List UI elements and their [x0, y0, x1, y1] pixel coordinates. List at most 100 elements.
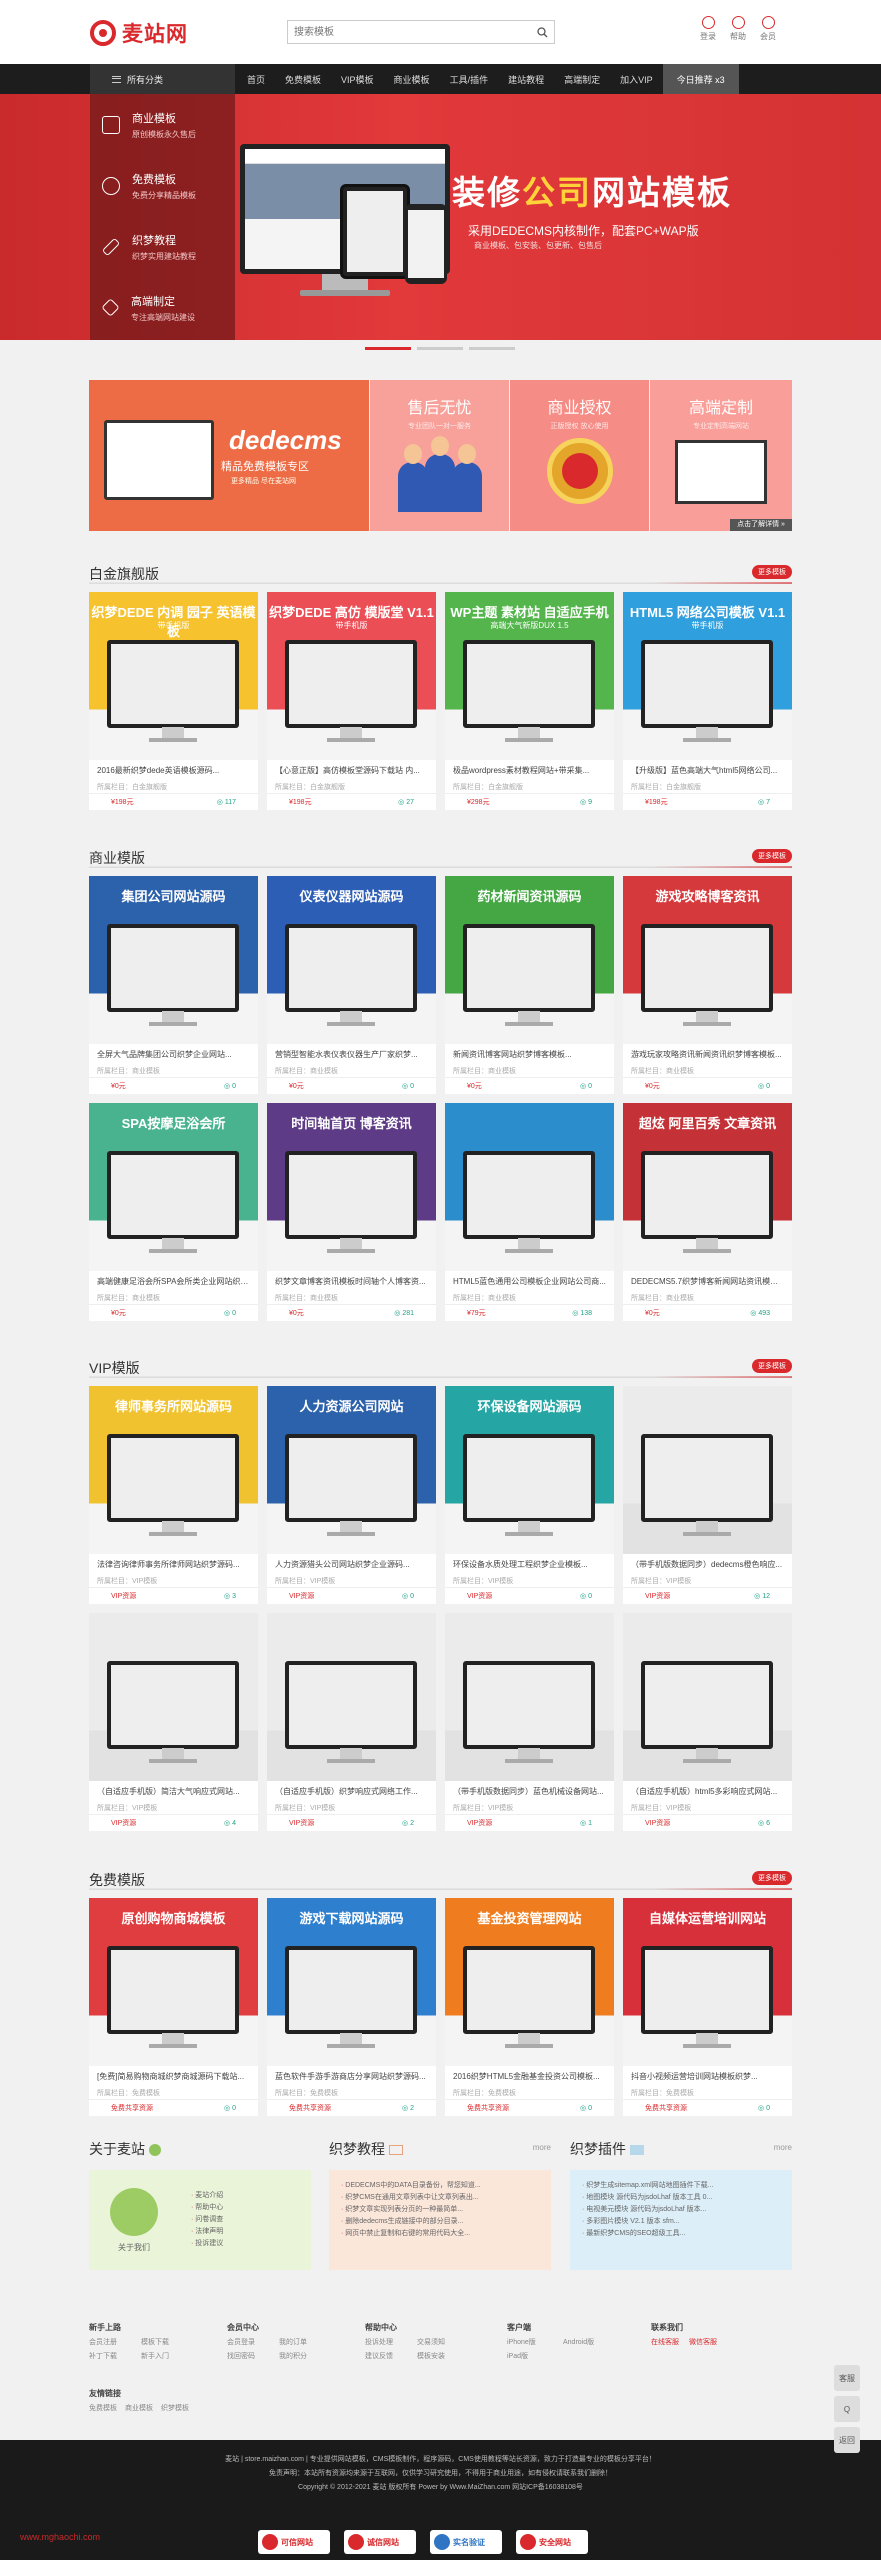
template-name[interactable]: 法律咨询律师事务所律师网站织梦源码...: [89, 1554, 258, 1570]
template-card[interactable]: 自媒体运营培训网站 抖音小视频运营培训网站模板织梦... 所属栏目：免费模板 免费共享…: [623, 1898, 792, 2116]
template-name[interactable]: 游戏玩家攻略资讯新闻资讯织梦博客模板...: [623, 1044, 792, 1060]
nav-item[interactable]: 首页: [237, 64, 275, 94]
pager-dot[interactable]: [365, 347, 411, 350]
template-name[interactable]: 人力资源猎头公司网站织梦企业源码...: [267, 1554, 436, 1570]
friend-link[interactable]: 免费模板: [89, 2403, 117, 2413]
template-card[interactable]: SPA按摩足浴会所 高端健康足浴会所SPA会所类企业网站织梦... 所属栏目：商业模…: [89, 1103, 258, 1321]
search-button[interactable]: [530, 21, 554, 43]
template-card[interactable]: （自适应手机版）简洁大气响应式网站... 所属栏目：VIP模板 VIP资源 ◎ 4: [89, 1613, 258, 1831]
plugin-item[interactable]: 电视美元模块 源代码为jsdoLhaf 版本...: [582, 2204, 782, 2216]
tutorial-item[interactable]: 织梦文章实现列表分页的一种最简单...: [341, 2204, 541, 2216]
tutorial-more[interactable]: more: [533, 2143, 551, 2152]
footer-link[interactable]: iPhone版: [507, 2337, 563, 2347]
footer-link[interactable]: iPad版: [507, 2351, 563, 2361]
template-card[interactable]: 织梦DEDE 内调 园子 英语模板 带手机版 2016最新织梦dede英语模板源码.…: [89, 592, 258, 810]
template-name[interactable]: 2016最新织梦dede英语模板源码...: [89, 760, 258, 776]
tutorial-item[interactable]: 删除dedecms生成链接中的部分目录...: [341, 2216, 541, 2228]
site-logo[interactable]: 麦站网: [90, 18, 188, 48]
template-name[interactable]: 蓝色软件手游手游商店分享网站织梦源码...: [267, 2066, 436, 2082]
template-name[interactable]: 2016织梦HTML5金融基金投资公司模板...: [445, 2066, 614, 2082]
template-thumbnail[interactable]: 基金投资管理网站: [445, 1898, 614, 2066]
template-card[interactable]: WP主题 素材站 自适应手机 高端大气新版DUX 1.5 极品wordpress素材…: [445, 592, 614, 810]
footer-link[interactable]: 交易须知: [417, 2337, 469, 2347]
all-categories-button[interactable]: 所有分类: [90, 64, 235, 94]
nav-item[interactable]: 建站教程: [498, 64, 554, 94]
template-card[interactable]: 原创购物商城模板 [免费]简易购物商城织梦商城源码下载站... 所属栏目：免费模板免…: [89, 1898, 258, 2116]
template-thumbnail[interactable]: 环保设备网站源码: [445, 1386, 614, 1554]
plugin-item[interactable]: 最新织梦CMS的SEO超级工具...: [582, 2228, 782, 2240]
template-thumbnail[interactable]: 律师事务所网站源码: [89, 1386, 258, 1554]
template-name[interactable]: 新闻资讯博客网站织梦博客模板...: [445, 1044, 614, 1060]
hero-banner[interactable]: 装修公司网站模板 采用DEDECMS内核制作，配套PC+WAP版 商业模板、包安…: [0, 94, 881, 340]
plugin-more[interactable]: more: [774, 2143, 792, 2152]
template-card[interactable]: 织梦DEDE 高仿 模版堂 V1.1 带手机版 【心意正版】高仿模板堂源码下载站 内…: [267, 592, 436, 810]
template-card[interactable]: 游戏下载网站源码 蓝色软件手游手游商店分享网站织梦源码... 所属栏目：免费模板 免费…: [267, 1898, 436, 2116]
nav-item[interactable]: 工具/插件: [440, 64, 499, 94]
footer-link[interactable]: 找回密码: [227, 2351, 279, 2361]
template-card[interactable]: 基金投资管理网站 2016织梦HTML5金融基金投资公司模板... 所属栏目：免费模…: [445, 1898, 614, 2116]
template-thumbnail[interactable]: 织梦DEDE 高仿 模版堂 V1.1 带手机版: [267, 592, 436, 760]
nav-item[interactable]: VIP模板: [331, 64, 384, 94]
template-thumbnail[interactable]: [267, 1613, 436, 1781]
dedecms-promo[interactable]: dedecms 精品免费模板专区 更多精品 尽在麦站网: [89, 380, 369, 531]
footer-link[interactable]: 会员注册: [89, 2337, 141, 2347]
plugin-item[interactable]: 多彩图片模块 V2.1 版本 sfm...: [582, 2216, 782, 2228]
promo-service[interactable]: 售后无忧 专业团队一对一服务: [370, 380, 509, 531]
template-card[interactable]: 律师事务所网站源码 法律咨询律师事务所律师网站织梦源码... 所属栏目：VIP模板 V…: [89, 1386, 258, 1604]
template-name[interactable]: 全屏大气品牌集团公司织梦企业网站...: [89, 1044, 258, 1060]
nav-item[interactable]: 高端制定: [554, 64, 610, 94]
template-name[interactable]: （自适应手机版）简洁大气响应式网站...: [89, 1781, 258, 1797]
help-link[interactable]: 帮助: [730, 16, 746, 42]
about-item[interactable]: 法律声明: [191, 2226, 223, 2238]
pager-dot[interactable]: [417, 347, 463, 350]
category-item[interactable]: 免费模板 免费分享精品模板: [90, 155, 235, 216]
template-card[interactable]: 游戏攻略博客资讯 游戏玩家攻略资讯新闻资讯织梦博客模板... 所属栏目：商业模板 ¥0…: [623, 876, 792, 1094]
template-name[interactable]: （自适应手机版）html5多彩响应式网站...: [623, 1781, 792, 1797]
template-name[interactable]: （带手机版数据同步）dedecms橙色响应...: [623, 1554, 792, 1570]
template-name[interactable]: 高端健康足浴会所SPA会所类企业网站织梦...: [89, 1271, 258, 1287]
template-name[interactable]: 抖音小视频运营培训网站模板织梦...: [623, 2066, 792, 2082]
template-thumbnail[interactable]: WP主题 素材站 自适应手机 高端大气新版DUX 1.5: [445, 592, 614, 760]
template-card[interactable]: （带手机版数据同步）蓝色机械设备网站... 所属栏目：VIP模板 VIP资源 ◎ 1: [445, 1613, 614, 1831]
category-item[interactable]: 织梦教程 织梦实用建站教程: [90, 216, 235, 277]
friend-link[interactable]: 织梦模板: [161, 2403, 189, 2413]
footer-link[interactable]: 模板安装: [417, 2351, 469, 2361]
vip-link[interactable]: 会员: [760, 16, 776, 42]
template-name[interactable]: 织梦文章博客资讯模板时间轴个人博客资...: [267, 1271, 436, 1287]
trust-badge[interactable]: 诚信网站: [344, 2530, 416, 2554]
plugin-item[interactable]: 地图模块 源代码为jsdoLhaf 版本工具 0...: [582, 2192, 782, 2204]
login-link[interactable]: 登录: [700, 16, 716, 42]
template-name[interactable]: 营销型智能水表仪表仪器生产厂家织梦...: [267, 1044, 436, 1060]
template-name[interactable]: 【心意正版】高仿模板堂源码下载站 内...: [267, 760, 436, 776]
more-templates-button[interactable]: 更多模板: [752, 1359, 792, 1373]
template-name[interactable]: （带手机版数据同步）蓝色机械设备网站...: [445, 1781, 614, 1797]
tutorial-item[interactable]: DEDECMS中的DATA目录备份，帮您知道...: [341, 2180, 541, 2192]
category-item[interactable]: 商业模板 原创模板永久售后: [90, 94, 235, 155]
trust-badge[interactable]: 可信网站: [258, 2530, 330, 2554]
side-qq-button[interactable]: Q: [834, 2396, 860, 2422]
template-thumbnail[interactable]: 原创购物商城模板: [89, 1898, 258, 2066]
footer-link[interactable]: 我的订单: [279, 2337, 331, 2347]
footer-link[interactable]: 建议反馈: [365, 2351, 417, 2361]
about-item[interactable]: 帮助中心: [191, 2202, 223, 2214]
template-card[interactable]: （自适应手机版）织梦响应式网络工作... 所属栏目：VIP模板 VIP资源 ◎ 2: [267, 1613, 436, 1831]
footer-link[interactable]: Android版: [563, 2337, 619, 2347]
template-thumbnail[interactable]: [89, 1613, 258, 1781]
template-name[interactable]: DEDECMS5.7织梦博客新闻网站资讯模板...: [623, 1271, 792, 1287]
template-thumbnail[interactable]: SPA按摩足浴会所: [89, 1103, 258, 1271]
about-us-link[interactable]: 关于我们: [89, 2187, 179, 2253]
template-card[interactable]: 人力资源公司网站 人力资源猎头公司网站织梦企业源码... 所属栏目：VIP模板 VIP…: [267, 1386, 436, 1604]
template-thumbnail[interactable]: [623, 1386, 792, 1554]
nav-item[interactable]: 加入VIP: [610, 64, 663, 94]
nav-item[interactable]: 免费模板: [275, 64, 331, 94]
template-thumbnail[interactable]: [623, 1613, 792, 1781]
category-item[interactable]: 高端制定 专注高端网站建设: [90, 277, 235, 338]
template-thumbnail[interactable]: 时间轴首页 博客资讯: [267, 1103, 436, 1271]
footer-link[interactable]: 新手入门: [141, 2351, 193, 2361]
template-thumbnail[interactable]: 超炫 阿里百秀 文章资讯: [623, 1103, 792, 1271]
friend-link[interactable]: 商业模板: [125, 2403, 153, 2413]
about-item[interactable]: 问卷调查: [191, 2214, 223, 2226]
about-item[interactable]: 麦站介绍: [191, 2190, 223, 2202]
template-card[interactable]: （自适应手机版）html5多彩响应式网站... 所属栏目：VIP模板 VIP资源 ◎ …: [623, 1613, 792, 1831]
template-name[interactable]: HTML5蓝色通用公司模板企业网站公司商...: [445, 1271, 614, 1287]
